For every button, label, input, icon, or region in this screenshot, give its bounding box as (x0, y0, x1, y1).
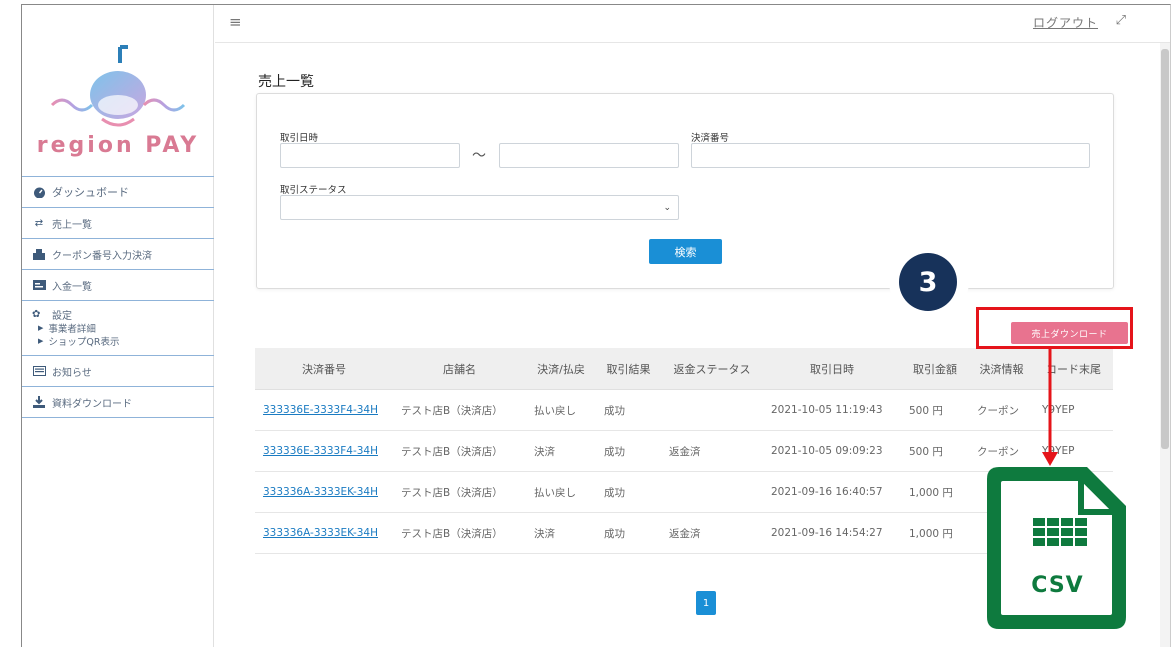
table-cell: テスト店B（決済店） (401, 445, 503, 458)
gear-icon: ✿ (32, 308, 41, 320)
sidebar-item-sales[interactable]: ⇄ 売上一覧 (22, 207, 214, 238)
step-number-badge: 3 (899, 253, 957, 311)
table-cell: 返金済 (669, 445, 701, 458)
status-select[interactable]: ⌄ (280, 195, 679, 220)
csv-file-icon: CSV (985, 463, 1130, 633)
sidebar-nav: ダッシュボード ⇄ 売上一覧 クーポン番号入力決済 入金一覧 ✿ 設定 ▶ 事業… (22, 176, 214, 418)
expand-icon[interactable]: ⤢ (1116, 13, 1126, 28)
page-title: 売上一覧 (258, 74, 314, 90)
table-cell: テスト店B（決済店） (401, 404, 503, 417)
sidebar-item-downloads[interactable]: 資料ダウンロード (22, 386, 214, 417)
chevron-down-icon: ⌄ (663, 203, 671, 213)
table-header: 決済番号 店舗名 決済/払戻 取引結果 返金ステータス 取引日時 取引金額 決済… (255, 348, 1113, 390)
table-cell: 1,000 円 (909, 527, 953, 540)
payment-number-link[interactable]: 333336E-3333F4-34H (263, 445, 378, 457)
sidebar-item-label: 資料ダウンロード (52, 398, 132, 410)
coupon-icon (32, 248, 46, 260)
logo-text: region PAY (36, 133, 200, 158)
table-cell: 払い戻し (534, 404, 576, 417)
download-icon (32, 396, 46, 408)
column-header: 店舗名 (443, 362, 476, 376)
table-cell: 成功 (604, 404, 625, 417)
dashboard-icon (32, 186, 46, 198)
sidebar-item-deposits[interactable]: 入金一覧 (22, 269, 214, 300)
news-icon (32, 365, 46, 377)
card-icon (32, 279, 46, 291)
sidebar-item-label: クーポン番号入力決済 (52, 250, 152, 262)
table-cell: 2021-10-05 11:19:43 (771, 404, 883, 416)
status-filter-label: 取引ステータス (280, 185, 347, 196)
range-separator: 〜 (472, 148, 486, 164)
table-cell: 2021-10-05 09:09:23 (771, 445, 883, 457)
sidebar-item-label: お知らせ (52, 367, 92, 379)
scrollbar-thumb[interactable] (1161, 49, 1169, 449)
payment-number-link[interactable]: 333336A-3333EK-34H (263, 527, 378, 539)
search-button[interactable]: 検索 (649, 239, 722, 264)
table-cell: テスト店B（決済店） (401, 486, 503, 499)
vertical-scrollbar[interactable] (1160, 43, 1170, 647)
payment-number-link[interactable]: 333336E-3333F4-34H (263, 404, 378, 416)
table-row: 333336E-3333F4-34H テスト店B（決済店） 払い戻し 成功 20… (255, 390, 1113, 431)
sidebar-item-settings[interactable]: ✿ 設定 (32, 307, 204, 322)
column-header: 取引結果 (606, 362, 651, 376)
caret-right-icon: ▶ (38, 323, 44, 332)
table-cell: 返金済 (669, 527, 701, 540)
sidebar-item-label: 売上一覧 (52, 219, 92, 231)
payment-number-input[interactable] (691, 143, 1090, 168)
table-cell: 決済 (534, 445, 555, 458)
column-header: 決済情報 (979, 362, 1024, 376)
caret-right-icon: ▶ (38, 336, 44, 345)
sidebar-subitem-label: ショップQR表示 (48, 336, 120, 348)
sidebar-item-label: 設定 (52, 310, 72, 322)
payment-number-link[interactable]: 333336A-3333EK-34H (263, 486, 378, 498)
table-cell: 500 円 (909, 445, 943, 458)
sidebar-group-settings: ✿ 設定 ▶ 事業者詳細 ▶ ショップQR表示 (22, 300, 214, 355)
date-to-input[interactable] (499, 143, 679, 168)
table-cell: 成功 (604, 486, 625, 499)
sidebar-item-label: 入金一覧 (52, 281, 92, 293)
sidebar-item-news[interactable]: お知らせ (22, 355, 214, 386)
sidebar: region PAY ダッシュボード ⇄ 売上一覧 クーポン番号入力決済 入金一… (22, 5, 214, 647)
table-cell: クーポン (977, 445, 1019, 458)
whale-logo-icon (50, 45, 186, 127)
sidebar-subitem-business-details[interactable]: ▶ 事業者詳細 (32, 321, 204, 335)
table-cell: 払い戻し (534, 486, 576, 499)
top-bar: ≡ ログアウト ⤢ (215, 5, 1170, 43)
sidebar-subitem-shop-qr[interactable]: ▶ ショップQR表示 (32, 334, 204, 348)
column-header: 取引金額 (913, 362, 957, 376)
sidebar-item-label: ダッシュボード (52, 186, 129, 199)
pagination-page-button[interactable]: 1 (696, 591, 716, 615)
sidebar-divider (22, 417, 214, 418)
sidebar-item-coupon[interactable]: クーポン番号入力決済 (22, 238, 214, 269)
date-filter-label: 取引日時 (280, 133, 319, 144)
column-header: 返金ステータス (673, 362, 751, 376)
arrow-down-icon (1042, 348, 1058, 466)
table-cell: 2021-09-16 14:54:27 (771, 527, 883, 539)
logout-link[interactable]: ログアウト (1033, 14, 1098, 31)
column-header: 取引日時 (810, 362, 854, 376)
hamburger-icon[interactable]: ≡ (229, 13, 242, 31)
date-from-input[interactable] (280, 143, 460, 168)
table-cell: 2021-09-16 16:40:57 (771, 486, 883, 498)
region-pay-logo: region PAY (22, 35, 214, 175)
csv-label: CSV (1031, 573, 1084, 598)
table-cell: 成功 (604, 527, 625, 540)
table-cell: 500 円 (909, 404, 943, 417)
download-highlight-box (976, 307, 1133, 349)
column-header: 決済番号 (302, 362, 346, 376)
table-cell: 成功 (604, 445, 625, 458)
sidebar-item-dashboard[interactable]: ダッシュボード (22, 176, 214, 207)
table-cell: クーポン (977, 404, 1019, 417)
exchange-icon: ⇄ (34, 217, 44, 229)
filter-card: 取引日時 〜 決済番号 取引ステータス ⌄ 検索 (256, 93, 1114, 289)
column-header: 決済/払戻 (537, 362, 585, 376)
payment-number-label: 決済番号 (691, 133, 730, 144)
table-cell: 1,000 円 (909, 486, 953, 499)
table-cell: 決済 (534, 527, 555, 540)
table-cell: テスト店B（決済店） (401, 527, 503, 540)
sidebar-subitem-label: 事業者詳細 (48, 323, 96, 335)
